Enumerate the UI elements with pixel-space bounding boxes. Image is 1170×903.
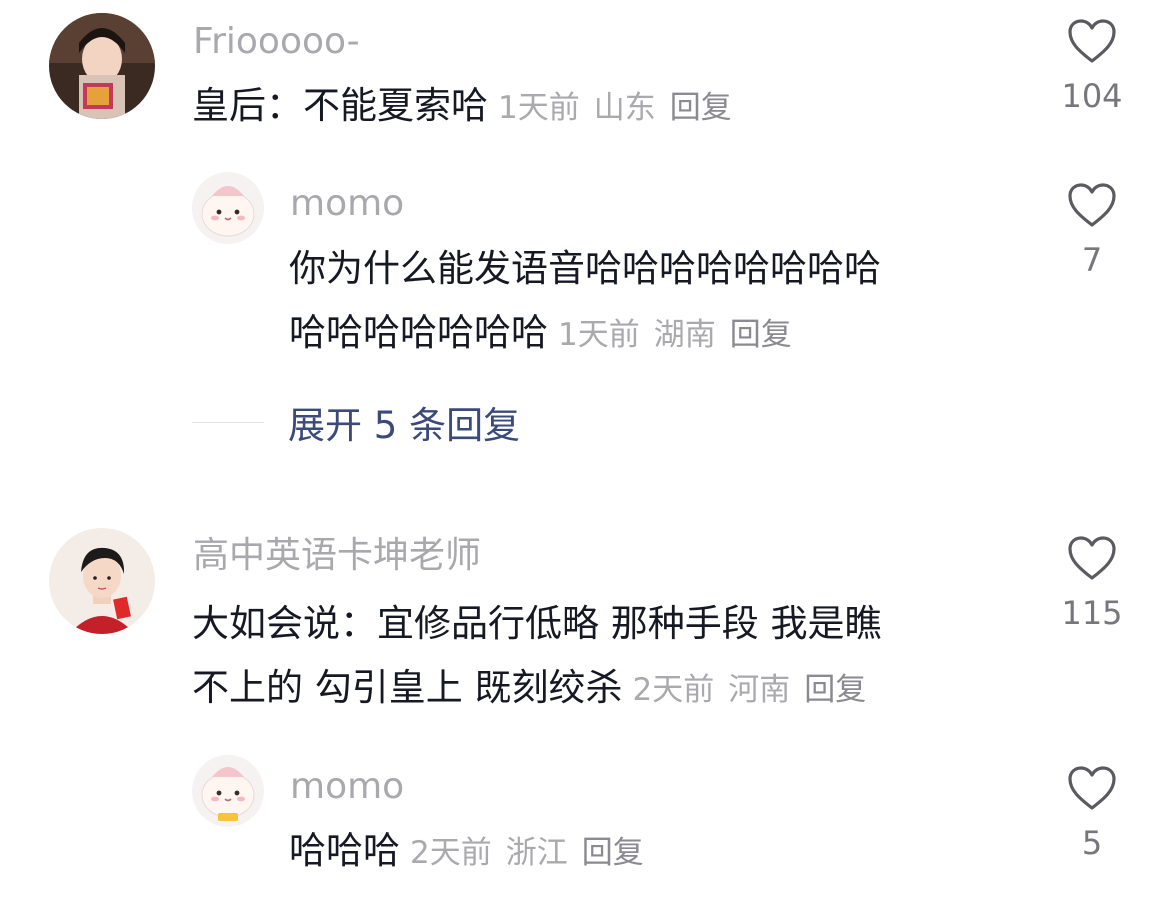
reply-button[interactable]: 回复 — [804, 672, 866, 708]
comment-username[interactable]: 高中英语卡坤老师 — [193, 538, 481, 574]
like-button[interactable]: 115 — [1052, 535, 1132, 629]
like-count: 7 — [1081, 241, 1103, 279]
expand-replies-row: 展开 5 条回复 — [192, 395, 520, 449]
reply-text: 你为什么能发语音哈哈哈哈哈哈哈哈 哈哈哈哈哈哈哈 1天前 湖南 回复 — [289, 237, 881, 367]
like-count: 5 — [1081, 824, 1103, 862]
comment-line: 大如会说：宜修品行低略 那种手段 我是瞧 — [192, 602, 882, 645]
comment-time: 1天前 — [498, 90, 580, 126]
comment-username[interactable]: Friooooo- — [193, 24, 360, 60]
reply-username[interactable]: momo — [290, 186, 404, 222]
comment-location: 河南 — [728, 672, 791, 708]
heart-outline-icon — [1068, 766, 1116, 810]
reply-button[interactable]: 回复 — [582, 835, 644, 871]
comment-location: 山东 — [593, 90, 656, 126]
comment-text: 大如会说：宜修品行低略 那种手段 我是瞧 不上的 勾引皇上 既刻绞杀 2天前 河南回… — [192, 592, 882, 722]
divider — [192, 421, 264, 423]
reply-meta: 2天前 浙江 回复 — [410, 835, 658, 871]
heart-outline-icon — [1068, 183, 1116, 227]
like-count: 115 — [1061, 594, 1123, 632]
like-button[interactable]: 7 — [1052, 182, 1132, 276]
avatar[interactable] — [49, 528, 155, 634]
comment-line: 不上的 勾引皇上 既刻绞杀 — [192, 666, 623, 709]
like-count: 104 — [1061, 77, 1123, 115]
reply-line: 哈哈哈 — [289, 829, 400, 872]
comment-meta: 1天前 山东 回复 — [498, 90, 746, 126]
expand-replies-button[interactable]: 展开 5 条回复 — [288, 395, 520, 449]
comment-meta: 2天前 河南 回复 — [633, 672, 881, 708]
avatar[interactable] — [192, 755, 264, 827]
reply-line: 哈哈哈哈哈哈哈 — [289, 311, 548, 354]
user-avatar-illustration — [49, 528, 155, 634]
reply-meta: 1天前 湖南 回复 — [558, 317, 806, 353]
comment-time: 2天前 — [632, 672, 715, 708]
comment-line: 皇后：不能夏索哈 — [192, 84, 488, 127]
avatar[interactable] — [49, 13, 155, 119]
reply-location: 浙江 — [505, 835, 568, 871]
reply-button[interactable]: 回复 — [730, 317, 792, 353]
reply-text: 哈哈哈 2天前 浙江 回复 — [289, 819, 658, 885]
reply-line-2: 哈哈哈哈哈哈哈 1天前 湖南 回复 — [289, 301, 881, 367]
reply-button[interactable]: 回复 — [670, 90, 732, 126]
reply-line: 你为什么能发语音哈哈哈哈哈哈哈哈 — [289, 247, 881, 290]
cartoon-avatar — [192, 755, 264, 827]
avatar[interactable] — [192, 172, 264, 244]
reply-time: 2天前 — [410, 835, 492, 871]
reply-time: 1天前 — [558, 317, 640, 353]
user-avatar-photo — [49, 13, 155, 119]
cartoon-avatar — [192, 172, 264, 244]
reply-location: 湖南 — [653, 317, 716, 353]
heart-outline-icon — [1068, 19, 1116, 63]
comment-line-2: 不上的 勾引皇上 既刻绞杀 2天前 河南 回复 — [192, 656, 882, 722]
like-button[interactable]: 5 — [1052, 765, 1132, 859]
like-button[interactable]: 104 — [1052, 18, 1132, 112]
comment-text: 皇后：不能夏索哈 1天前 山东 回复 — [192, 74, 746, 140]
reply-username[interactable]: momo — [290, 769, 404, 805]
heart-outline-icon — [1068, 536, 1116, 580]
